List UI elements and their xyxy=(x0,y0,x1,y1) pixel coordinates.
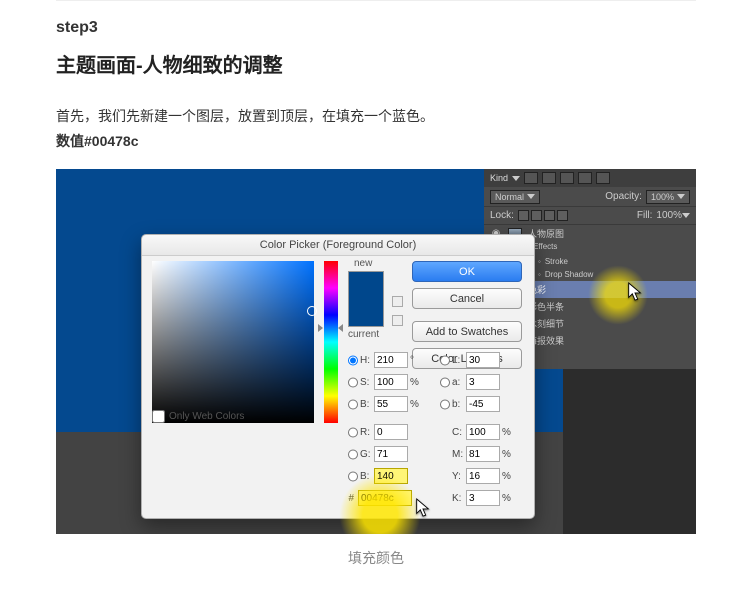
bl-label: B: xyxy=(360,471,374,482)
unit: % xyxy=(502,427,514,438)
r-radio[interactable] xyxy=(348,426,358,439)
color-field[interactable] xyxy=(152,261,314,423)
y-label: Y: xyxy=(452,471,466,482)
b-radio[interactable] xyxy=(348,398,358,411)
l-radio[interactable] xyxy=(440,354,450,367)
unit: % xyxy=(502,471,514,482)
h-input[interactable] xyxy=(374,352,408,368)
hue-pointer-icon xyxy=(338,324,343,332)
a-radio[interactable] xyxy=(440,376,450,389)
fill-label: Fill: xyxy=(637,210,653,221)
new-label: new xyxy=(354,258,372,269)
unit: % xyxy=(410,377,422,388)
g-radio[interactable] xyxy=(348,448,358,461)
g-label: G: xyxy=(360,449,374,460)
lock-transparency-icon[interactable] xyxy=(518,210,529,221)
hex-input[interactable] xyxy=(358,490,412,506)
y-input[interactable] xyxy=(466,468,500,484)
filter-shape-icon[interactable] xyxy=(578,172,592,184)
ok-button[interactable]: OK xyxy=(412,261,522,282)
a-label: a: xyxy=(452,377,466,388)
bl-input[interactable] xyxy=(374,468,408,484)
h-radio[interactable] xyxy=(348,354,358,367)
new-color-swatch xyxy=(349,272,383,299)
cancel-button[interactable]: Cancel xyxy=(412,288,522,309)
screenshot: Kind Normal Opacity: 100% Lock: xyxy=(56,169,696,534)
h-label: H: xyxy=(360,355,374,366)
filter-smart-icon[interactable] xyxy=(596,172,610,184)
color-preview xyxy=(348,271,384,327)
b-label: B: xyxy=(360,399,374,410)
only-web-checkbox[interactable] xyxy=(152,410,165,423)
chevron-down-icon[interactable] xyxy=(512,176,520,181)
unit: % xyxy=(410,399,422,410)
hue-pointer-icon xyxy=(318,324,323,332)
lock-label: Lock: xyxy=(490,210,514,221)
c-label: C: xyxy=(452,427,466,438)
s-radio[interactable] xyxy=(348,376,358,389)
s-label: S: xyxy=(360,377,374,388)
l-label: L: xyxy=(452,355,466,366)
websafe-warning-icon[interactable] xyxy=(392,315,403,326)
bl-radio[interactable] xyxy=(348,470,358,483)
lb-radio[interactable] xyxy=(440,398,450,411)
opacity-select[interactable]: 100% xyxy=(646,190,690,204)
only-web-colors[interactable]: Only Web Colors xyxy=(152,410,244,423)
lock-position-icon[interactable] xyxy=(544,210,555,221)
hash-label: # xyxy=(344,493,354,504)
current-label: current xyxy=(348,329,379,340)
opacity-label: Opacity: xyxy=(605,191,642,202)
lock-image-icon[interactable] xyxy=(531,210,542,221)
lb-input[interactable] xyxy=(466,396,500,412)
unit: % xyxy=(502,449,514,460)
m-input[interactable] xyxy=(466,446,500,462)
step-desc: 首先，我们先新建一个图层，放置到顶层，在填充一个蓝色。 xyxy=(56,104,696,129)
l-input[interactable] xyxy=(466,352,500,368)
add-swatches-button[interactable]: Add to Swatches xyxy=(412,321,522,342)
k-label: K: xyxy=(452,493,466,504)
panel-kind-label: Kind xyxy=(490,173,508,183)
m-label: M: xyxy=(452,449,466,460)
step-hex: 数值#00478c xyxy=(56,131,696,151)
caption: 填充颜色 xyxy=(56,534,696,582)
unit: ° xyxy=(410,355,422,366)
c-input[interactable] xyxy=(466,424,500,440)
lock-all-icon[interactable] xyxy=(557,210,568,221)
r-label: R: xyxy=(360,427,374,438)
s-input[interactable] xyxy=(374,374,408,390)
step-title: 主题画面-人物细致的调整 xyxy=(56,49,696,78)
a-input[interactable] xyxy=(466,374,500,390)
color-picker-dialog: Color Picker (Foreground Color) new curr… xyxy=(141,234,535,519)
color-marker[interactable] xyxy=(307,306,317,316)
blend-mode-select[interactable]: Normal xyxy=(490,190,540,204)
dialog-title: Color Picker (Foreground Color) xyxy=(142,235,534,256)
g-input[interactable] xyxy=(374,446,408,462)
b-input[interactable] xyxy=(374,396,408,412)
gamut-warning-icon[interactable] xyxy=(392,296,403,307)
filter-adjust-icon[interactable] xyxy=(542,172,556,184)
fill-select[interactable]: 100% xyxy=(656,210,690,221)
unit: % xyxy=(502,493,514,504)
k-input[interactable] xyxy=(466,490,500,506)
step-label: step3 xyxy=(56,19,696,37)
lb-label: b: xyxy=(452,399,466,410)
filter-pixel-icon[interactable] xyxy=(524,172,538,184)
filter-type-icon[interactable] xyxy=(560,172,574,184)
current-color-swatch xyxy=(349,299,383,326)
r-input[interactable] xyxy=(374,424,408,440)
hue-slider[interactable] xyxy=(324,261,338,423)
